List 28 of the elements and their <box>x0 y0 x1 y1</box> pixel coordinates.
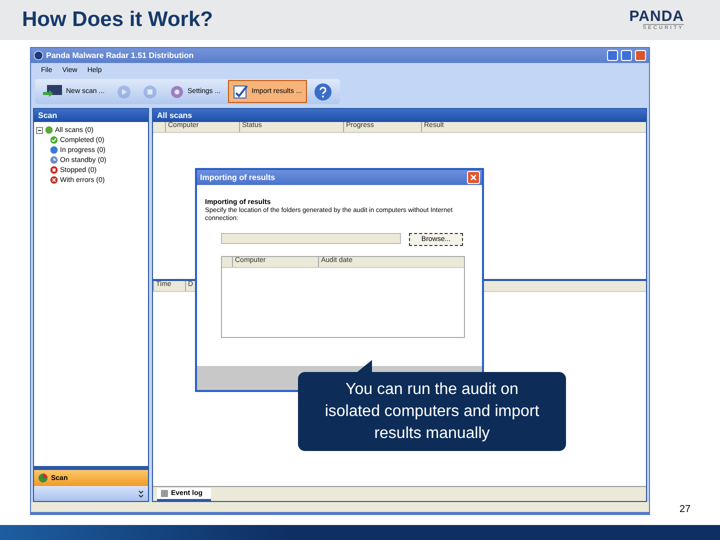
error-icon <box>50 176 58 184</box>
stop-icon <box>50 166 58 174</box>
globe-icon <box>34 51 43 60</box>
logo-name: PANDA <box>629 9 684 24</box>
panel-header: Scan <box>34 109 148 122</box>
check-icon <box>50 136 58 144</box>
collapse-toggle[interactable] <box>36 126 43 134</box>
list-icon <box>161 490 168 497</box>
monitor-icon <box>43 84 63 99</box>
folder-path-field[interactable] <box>221 233 401 244</box>
help-icon <box>314 82 332 100</box>
page-number: 27 <box>679 504 691 515</box>
maximize-button[interactable] <box>621 50 632 61</box>
window-title: Panda Malware Radar 1.51 Distribution <box>46 51 195 60</box>
close-icon <box>470 174 477 181</box>
clock-icon <box>50 156 58 164</box>
chevron-icon[interactable] <box>138 490 144 498</box>
stop-icon <box>142 84 157 98</box>
import-icon <box>232 84 249 99</box>
close-button[interactable] <box>635 50 646 61</box>
callout-text: You can run the audit on isolated computers and import results manually <box>324 380 540 444</box>
close-button[interactable] <box>467 171 480 184</box>
minimize-button[interactable] <box>607 50 618 61</box>
play-icon <box>116 84 131 98</box>
slide-title: How Does it Work? <box>22 8 213 32</box>
dialog-title: Importing of results <box>200 173 276 182</box>
pane-header: All scans <box>153 109 646 122</box>
scan-icon <box>38 473 48 483</box>
